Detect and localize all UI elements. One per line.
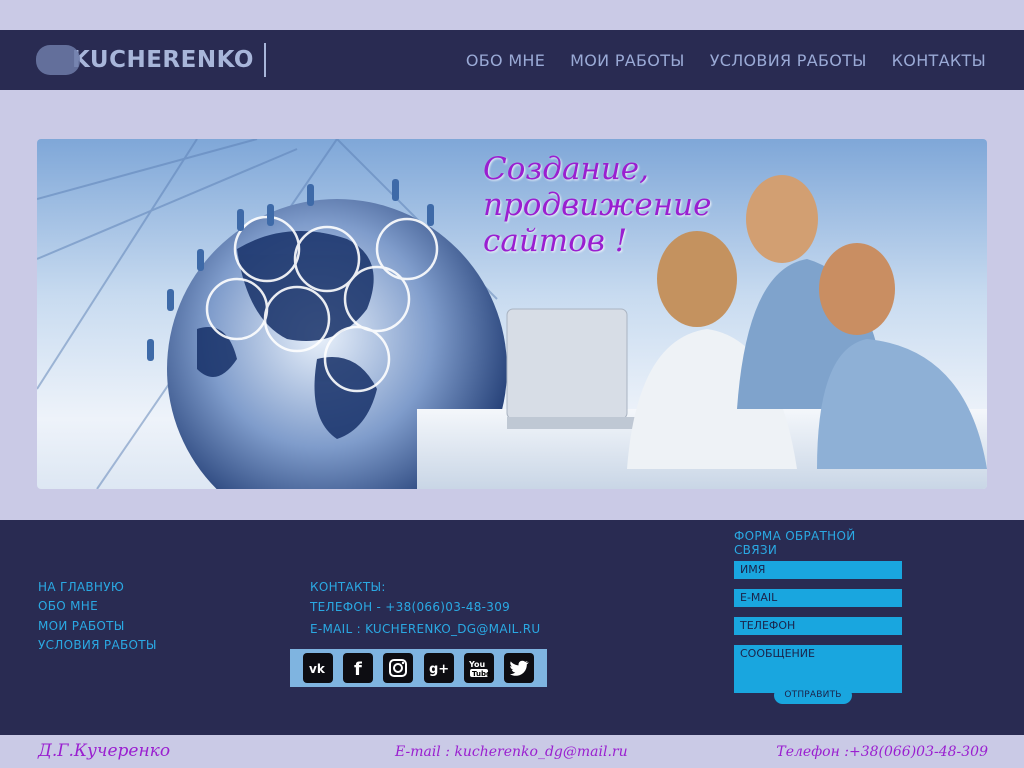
bottom-strip: Д.Г.Кучеренко E-mail : kucherenko_dg@mai… xyxy=(0,735,1024,768)
bottom-email: E-mail : kucherenko_dg@mail.ru xyxy=(395,744,628,760)
svg-text:vk: vk xyxy=(309,662,326,675)
footer-links: НА ГЛАВНУЮ ОБО МНЕ МОИ РАБОТЫ УСЛОВИЯ РА… xyxy=(38,578,157,655)
nav-contacts[interactable]: КОНТАКТЫ xyxy=(892,51,986,70)
site-logo[interactable]: KUCHERENKO xyxy=(36,42,266,78)
nav-works[interactable]: МОИ РАБОТЫ xyxy=(570,51,685,70)
footer-link-terms[interactable]: УСЛОВИЯ РАБОТЫ xyxy=(38,636,157,655)
logo-text: KUCHERENKO xyxy=(72,47,254,73)
google-plus-icon[interactable]: g+ xyxy=(423,653,454,683)
top-navigation-bar: KUCHERENKO ОБО МНЕ МОИ РАБОТЫ УСЛОВИЯ РА… xyxy=(0,30,1024,90)
phone-field[interactable]: ТЕЛЕФОН xyxy=(734,617,902,635)
footer-contacts: КОНТАКТЫ: ТЕЛЕФОН - +38(066)03-48-309 E-… xyxy=(310,578,541,640)
message-field[interactable]: СООБЩЕНИЕ xyxy=(734,645,902,693)
footer-link-about[interactable]: ОБО МНЕ xyxy=(38,597,157,616)
svg-text:You: You xyxy=(468,660,486,669)
footer-link-home[interactable]: НА ГЛАВНУЮ xyxy=(38,578,157,597)
submit-button[interactable]: ОТПРАВИТЬ xyxy=(774,687,852,704)
name-field[interactable]: ИМЯ xyxy=(734,561,902,579)
social-links: vk f g+ You Tube xyxy=(290,649,547,687)
youtube-icon[interactable]: You Tube xyxy=(463,653,494,683)
main-nav: ОБО МНЕ МОИ РАБОТЫ УСЛОВИЯ РАБОТЫ КОНТАК… xyxy=(466,30,986,90)
vk-icon[interactable]: vk xyxy=(303,653,334,683)
hero-banner: Создание, продвижение сайтов ! xyxy=(37,139,987,489)
hero-slogan: Создание, продвижение сайтов ! xyxy=(483,151,711,259)
svg-text:Tube: Tube xyxy=(472,670,490,678)
contacts-phone: ТЕЛЕФОН - +38(066)03-48-309 xyxy=(310,599,511,614)
footer: НА ГЛАВНУЮ ОБО МНЕ МОИ РАБОТЫ УСЛОВИЯ РА… xyxy=(0,520,1024,735)
contacts-title: КОНТАКТЫ: xyxy=(310,580,386,594)
email-field[interactable]: E-MAIL xyxy=(734,589,902,607)
facebook-icon[interactable]: f xyxy=(343,653,374,683)
slogan-line: Создание, xyxy=(483,151,650,187)
logo-divider xyxy=(263,43,266,77)
feedback-form-title: ФОРМА ОБРАТНОЙ СВЯЗИ xyxy=(734,529,856,557)
slogan-line: продвижение xyxy=(483,187,712,223)
nav-terms[interactable]: УСЛОВИЯ РАБОТЫ xyxy=(710,51,867,70)
feedback-form: ФОРМА ОБРАТНОЙ СВЯЗИ ИМЯ E-MAIL ТЕЛЕФОН … xyxy=(734,529,902,704)
nav-about[interactable]: ОБО МНЕ xyxy=(466,51,545,70)
svg-text:f: f xyxy=(354,659,362,678)
contacts-email: E-MAIL : KUCHERENKO_DG@MAIL.RU xyxy=(310,622,541,636)
slogan-line: сайтов ! xyxy=(483,223,628,259)
bottom-phone: Телефон :+38(066)03-48-309 xyxy=(776,744,988,760)
owner-name: Д.Г.Кучеренко xyxy=(38,741,171,761)
instagram-icon[interactable] xyxy=(383,653,414,683)
svg-text:g+: g+ xyxy=(429,662,449,676)
footer-link-works[interactable]: МОИ РАБОТЫ xyxy=(38,617,157,636)
twitter-icon[interactable] xyxy=(503,653,534,683)
logo-mark xyxy=(36,45,80,75)
